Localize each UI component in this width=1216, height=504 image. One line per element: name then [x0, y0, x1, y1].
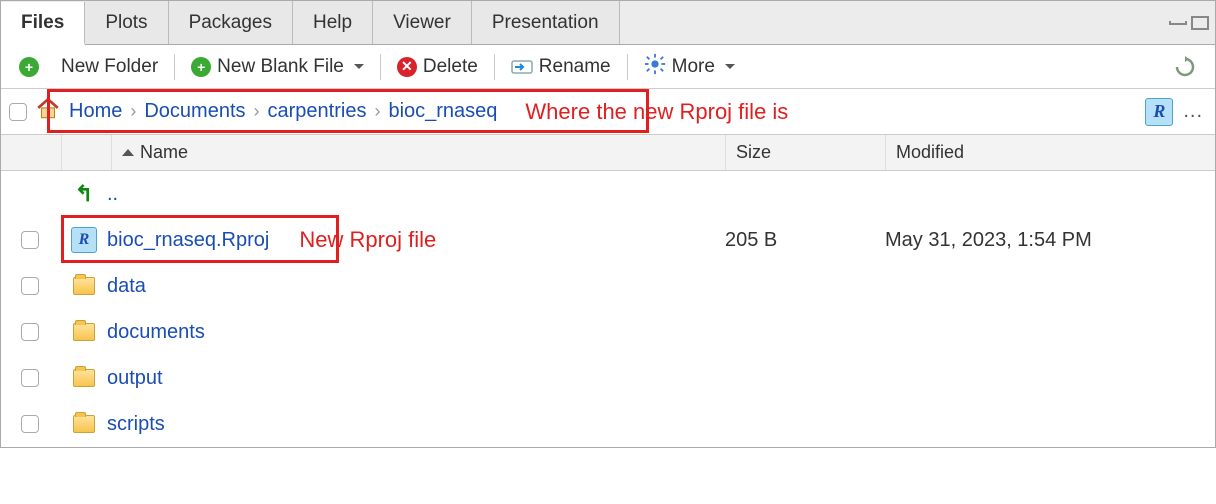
row-checkbox[interactable]	[21, 323, 39, 341]
new-blank-file-label: New Blank File	[217, 56, 344, 78]
folder-link-data[interactable]: data	[107, 275, 725, 298]
folder-icon	[73, 415, 95, 433]
tab-help[interactable]: Help	[293, 1, 373, 44]
separator	[380, 54, 381, 80]
tab-presentation[interactable]: Presentation	[472, 1, 620, 44]
new-folder-label: New Folder	[61, 56, 158, 78]
tab-plots[interactable]: Plots	[85, 1, 168, 44]
more-label: More	[672, 56, 715, 78]
tab-bar: Files Plots Packages Help Viewer Present…	[1, 1, 1215, 45]
folder-row-output: output	[1, 355, 1215, 401]
folder-row-documents: documents	[1, 309, 1215, 355]
plus-icon: +	[191, 57, 211, 77]
more-button[interactable]: More	[634, 49, 745, 85]
folder-link-scripts[interactable]: scripts	[107, 413, 725, 436]
delete-button[interactable]: ✕ Delete	[387, 52, 488, 82]
files-panel: Files Plots Packages Help Viewer Present…	[0, 0, 1216, 448]
maximize-icon[interactable]	[1191, 16, 1209, 30]
tab-packages[interactable]: Packages	[169, 1, 293, 44]
column-header-row: Name Size Modified	[1, 135, 1215, 171]
files-toolbar: + New Folder + New Blank File ✕ Delete R…	[1, 45, 1215, 89]
row-checkbox[interactable]	[21, 415, 39, 433]
annotation-box-breadcrumb	[47, 89, 649, 133]
new-folder-button[interactable]: + New Folder	[9, 52, 168, 82]
tab-files[interactable]: Files	[1, 2, 85, 45]
row-checkbox[interactable]	[21, 277, 39, 295]
folder-row-data: data	[1, 263, 1215, 309]
chevron-down-icon	[725, 64, 735, 69]
parent-directory-link[interactable]: ..	[107, 183, 725, 206]
annotation-box-rproj	[61, 215, 339, 263]
rename-icon	[511, 58, 533, 76]
folder-icon	[73, 277, 95, 295]
chevron-down-icon	[354, 64, 364, 69]
minimize-icon[interactable]	[1169, 21, 1187, 25]
tab-viewer[interactable]: Viewer	[373, 1, 472, 44]
rproj-icon[interactable]: R	[1145, 98, 1173, 126]
gear-icon	[644, 53, 666, 81]
parent-directory-row[interactable]: ↰ ..	[1, 171, 1215, 217]
column-header-size[interactable]: Size	[725, 135, 885, 170]
separator	[627, 54, 628, 80]
separator	[494, 54, 495, 80]
column-header-modified[interactable]: Modified	[885, 135, 1215, 170]
row-checkbox[interactable]	[21, 369, 39, 387]
window-controls	[1169, 1, 1215, 44]
up-arrow-icon: ↰	[75, 181, 93, 207]
breadcrumb-bar: Home › Documents › carpentries › bioc_rn…	[1, 89, 1215, 135]
file-size: 205 B	[725, 229, 885, 252]
file-list: ↰ .. R bioc_rnaseq.Rproj New Rproj file …	[1, 171, 1215, 447]
row-checkbox[interactable]	[21, 231, 39, 249]
file-modified: May 31, 2023, 1:54 PM	[885, 229, 1215, 252]
sort-ascending-icon	[122, 149, 134, 156]
refresh-button[interactable]	[1163, 51, 1207, 83]
delete-icon: ✕	[397, 57, 417, 77]
folder-icon	[73, 369, 95, 387]
folder-link-documents[interactable]: documents	[107, 321, 725, 344]
folder-icon	[73, 323, 95, 341]
folder-row-scripts: scripts	[1, 401, 1215, 447]
separator	[174, 54, 175, 80]
delete-label: Delete	[423, 56, 478, 78]
folder-link-output[interactable]: output	[107, 367, 725, 390]
new-blank-file-button[interactable]: + New Blank File	[181, 52, 374, 82]
rename-label: Rename	[539, 56, 611, 78]
more-options-button[interactable]: ...	[1183, 100, 1203, 123]
file-row-rproj: R bioc_rnaseq.Rproj New Rproj file 205 B…	[1, 217, 1215, 263]
rename-button[interactable]: Rename	[501, 52, 621, 82]
select-all-checkbox[interactable]	[9, 103, 27, 121]
column-header-name[interactable]: Name	[111, 135, 725, 170]
plus-icon: +	[19, 57, 39, 77]
